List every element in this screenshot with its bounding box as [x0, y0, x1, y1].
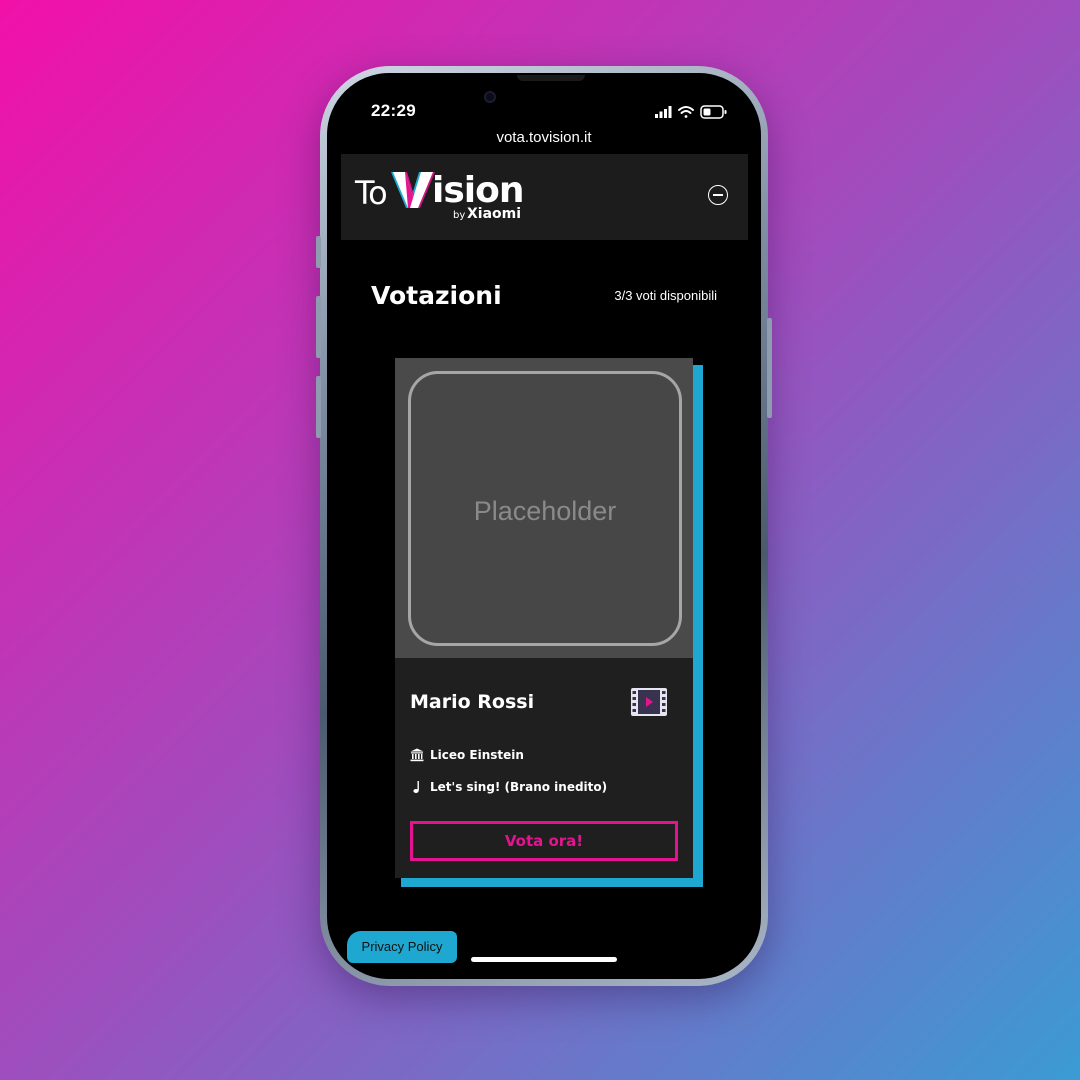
song-row: Let's sing! (Brano inedito): [410, 780, 607, 794]
logo-to-text: To: [355, 174, 388, 212]
logo-ision-text: ision: [432, 170, 524, 211]
building-columns-icon: [410, 748, 424, 762]
candidate-name: Mario Rossi: [410, 691, 535, 713]
votes-available: 3/3 voti disponibili: [614, 288, 717, 303]
front-camera: [484, 91, 496, 103]
film-icon: [631, 688, 667, 716]
power-button: [767, 318, 772, 418]
minus-circle-icon[interactable]: [708, 185, 728, 205]
top-speaker: [517, 75, 585, 81]
phone-screen: 22:29 vota.tovision.it To ision by Xiaom…: [327, 73, 761, 979]
status-icons: [655, 105, 729, 119]
logo-v-mark: [391, 172, 435, 208]
music-note-icon: [413, 781, 419, 793]
home-indicator[interactable]: [471, 957, 617, 962]
site-header: To ision by Xiaomi: [341, 154, 748, 240]
school-row: Liceo Einstein: [410, 748, 524, 762]
song-title: Let's sing! (Brano inedito): [430, 780, 608, 794]
vote-button[interactable]: Vota ora!: [410, 821, 678, 861]
battery-icon: [700, 105, 727, 119]
image-placeholder-text: Placeholder: [473, 496, 617, 526]
action-button: [316, 236, 321, 268]
candidate-image: Placeholder: [395, 358, 693, 658]
page-title: Votazioni: [371, 281, 502, 310]
image-placeholder-box: Placeholder: [408, 371, 682, 646]
logo-by-text: by: [453, 210, 466, 221]
volume-down-button: [316, 376, 321, 438]
volume-up-button: [316, 296, 321, 358]
status-icons-svg: [655, 105, 727, 119]
logo-xiaomi-text: Xiaomi: [467, 206, 522, 222]
tovision-logo[interactable]: To ision by Xiaomi: [355, 166, 535, 228]
privacy-policy-button[interactable]: Privacy Policy: [347, 931, 457, 963]
signal-bars-icon: [655, 106, 672, 118]
status-time: 22:29: [371, 101, 416, 120]
browser-url[interactable]: vota.tovision.it: [327, 129, 761, 146]
candidate-card: Placeholder Mario Rossi Liceo Einstein L…: [395, 358, 693, 878]
wifi-icon: [678, 106, 694, 118]
school-name: Liceo Einstein: [430, 748, 524, 762]
